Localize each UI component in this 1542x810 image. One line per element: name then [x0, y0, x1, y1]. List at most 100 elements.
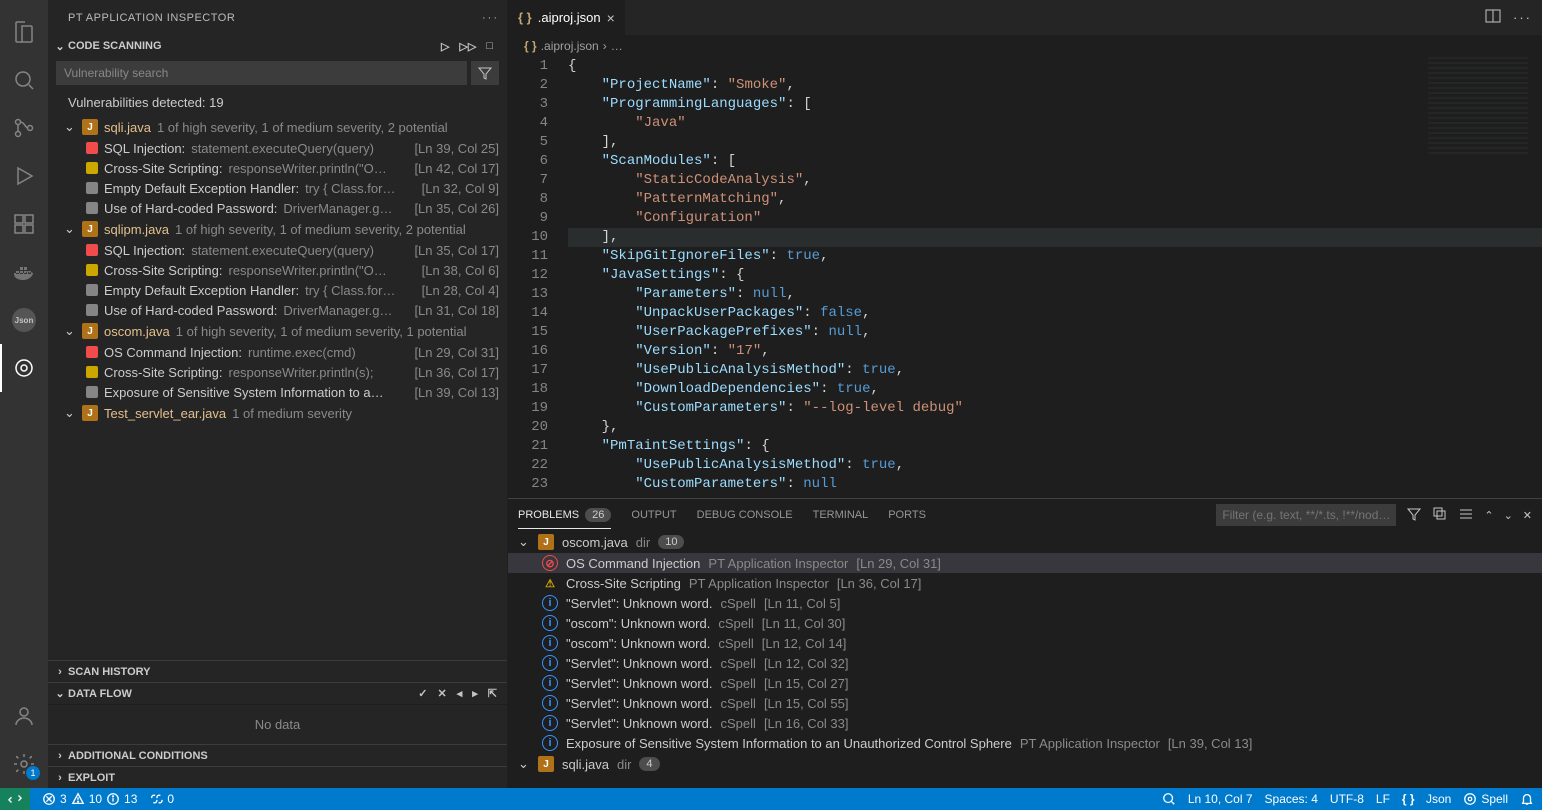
vulnerability-finding[interactable]: Empty Default Exception Handler: try { C… [48, 280, 507, 300]
prev-icon[interactable]: ◂ [457, 687, 463, 700]
collapse-all-icon[interactable] [1432, 506, 1448, 525]
breadcrumb[interactable]: { } .aiproj.json › … [508, 35, 1542, 57]
run-debug-icon[interactable] [0, 152, 48, 200]
more-icon[interactable]: ··· [482, 12, 499, 24]
problem-row[interactable]: ⚠ Cross-Site Scripting PT Application In… [508, 573, 1542, 593]
vulnerability-file-row[interactable]: ⌄ J sqlipm.java 1 of high severity, 1 of… [48, 218, 507, 240]
maximize-panel-icon[interactable]: ⌃ [1484, 509, 1493, 522]
data-flow-section[interactable]: ⌄ DATA FLOW ✓ ✕ ◂ ▸ ⇱ [48, 682, 507, 704]
vulnerability-search-input[interactable] [56, 61, 467, 85]
view-as-list-icon[interactable] [1458, 506, 1474, 525]
status-notifications-icon[interactable] [1520, 792, 1534, 806]
minimap[interactable] [1428, 57, 1528, 157]
status-cursor[interactable]: Ln 10, Col 7 [1188, 792, 1253, 806]
problem-row[interactable]: i "Servlet": Unknown word. cSpell [Ln 15… [508, 673, 1542, 693]
status-ports[interactable]: 0 [149, 792, 174, 806]
filter-icon[interactable] [1406, 506, 1422, 525]
java-file-icon: J [538, 756, 554, 772]
problems-tab[interactable]: PROBLEMS 26 [518, 502, 611, 529]
debug-console-tab[interactable]: DEBUG CONSOLE [697, 503, 793, 527]
status-spaces[interactable]: Spaces: 4 [1265, 792, 1318, 806]
split-editor-icon[interactable] [1485, 8, 1501, 27]
close-tab-icon[interactable]: × [607, 10, 615, 26]
settings-gear-icon[interactable]: 1 [0, 740, 48, 788]
output-tab[interactable]: OUTPUT [631, 503, 676, 527]
status-zoom[interactable] [1162, 792, 1176, 806]
status-errors[interactable]: 3 10 13 [42, 792, 137, 806]
remote-indicator[interactable] [0, 788, 30, 810]
vulnerability-finding[interactable]: Exposure of Sensitive System Information… [48, 382, 507, 402]
explorer-icon[interactable] [0, 8, 48, 56]
problem-row[interactable]: i "Servlet": Unknown word. cSpell [Ln 15… [508, 693, 1542, 713]
vulnerability-file-row[interactable]: ⌄ J Test_servlet_ear.java 1 of medium se… [48, 402, 507, 424]
file-name: oscom.java [562, 535, 628, 550]
additional-conditions-section[interactable]: › ADDITIONAL CONDITIONS [48, 744, 507, 766]
info-icon: i [542, 635, 558, 651]
vulnerability-finding[interactable]: Cross-Site Scripting: responseWriter.pri… [48, 362, 507, 382]
extensions-icon[interactable] [0, 200, 48, 248]
close-panel-icon[interactable]: ✕ [1523, 509, 1532, 522]
info-icon: i [542, 715, 558, 731]
finding-detail: DriverManager.g… [283, 303, 392, 318]
stop-icon[interactable]: □ [486, 40, 493, 53]
problem-row[interactable]: i "Servlet": Unknown word. cSpell [Ln 16… [508, 713, 1542, 733]
chevron-right-icon: › [52, 666, 68, 678]
vulnerability-finding[interactable]: Use of Hard-coded Password: DriverManage… [48, 198, 507, 218]
problem-row[interactable]: i "Servlet": Unknown word. cSpell [Ln 12… [508, 653, 1542, 673]
vulnerability-file-row[interactable]: ⌄ J oscom.java 1 of high severity, 1 of … [48, 320, 507, 342]
problems-filter-input[interactable] [1216, 504, 1396, 526]
finding-title: Exposure of Sensitive System Information… [104, 385, 384, 400]
code-scanning-header[interactable]: ⌄ CODE SCANNING ▷ ▷▷ □ [48, 35, 507, 57]
next-icon[interactable]: ▸ [472, 687, 478, 700]
source-control-icon[interactable] [0, 104, 48, 152]
popout-icon[interactable]: ⇱ [488, 687, 497, 700]
vulnerability-finding[interactable]: SQL Injection: statement.executeQuery(qu… [48, 138, 507, 158]
severity-icon [86, 182, 98, 194]
problem-row[interactable]: i Exposure of Sensitive System Informati… [508, 733, 1542, 753]
ports-tab[interactable]: PORTS [888, 503, 926, 527]
problem-row[interactable]: i "oscom": Unknown word. cSpell [Ln 11, … [508, 613, 1542, 633]
status-eol[interactable]: LF [1376, 792, 1390, 806]
search-icon[interactable] [0, 56, 48, 104]
file-name: sqlipm.java [104, 222, 169, 237]
problem-row[interactable]: i "Servlet": Unknown word. cSpell [Ln 11… [508, 593, 1542, 613]
severity-icon [86, 284, 98, 296]
vulnerability-finding[interactable]: Empty Default Exception Handler: try { C… [48, 178, 507, 198]
info-icon: i [542, 655, 558, 671]
accounts-icon[interactable] [0, 692, 48, 740]
status-encoding[interactable]: UTF-8 [1330, 792, 1364, 806]
vulnerability-finding[interactable]: SQL Injection: statement.executeQuery(qu… [48, 240, 507, 260]
data-flow-body: No data [48, 704, 507, 744]
check-icon[interactable]: ✓ [418, 687, 427, 700]
status-language[interactable]: { } Json [1402, 792, 1451, 806]
exploit-section[interactable]: › EXPLOIT [48, 766, 507, 788]
file-dir: dir [617, 757, 631, 772]
chevron-down-icon[interactable]: ⌄ [1504, 509, 1513, 522]
play-icon[interactable]: ▷ [441, 40, 449, 53]
filter-icon[interactable] [471, 61, 499, 85]
pt-inspector-icon[interactable] [0, 344, 48, 392]
problem-row[interactable]: ⊘ OS Command Injection PT Application In… [508, 553, 1542, 573]
more-icon[interactable]: ··· [1513, 10, 1532, 25]
vulnerability-finding[interactable]: Use of Hard-coded Password: DriverManage… [48, 300, 507, 320]
warning-icon: ⚠ [542, 575, 558, 591]
problem-row[interactable]: i "oscom": Unknown word. cSpell [Ln 12, … [508, 633, 1542, 653]
code-editor[interactable]: 1234567891011121314151617181920212223 { … [508, 57, 1542, 498]
vulnerability-finding[interactable]: Cross-Site Scripting: responseWriter.pri… [48, 260, 507, 280]
vulnerability-finding[interactable]: OS Command Injection: runtime.exec(cmd) … [48, 342, 507, 362]
scan-history-section[interactable]: › SCAN HISTORY [48, 660, 507, 682]
play-all-icon[interactable]: ▷▷ [459, 40, 476, 53]
vulnerability-finding[interactable]: Cross-Site Scripting: responseWriter.pri… [48, 158, 507, 178]
json-icon[interactable]: Json [0, 296, 48, 344]
problems-file-row[interactable]: ⌄ J sqli.java dir 4 [508, 753, 1542, 775]
problems-file-row[interactable]: ⌄ J oscom.java dir 10 [508, 531, 1542, 553]
editor-tab[interactable]: { } .aiproj.json × [508, 0, 626, 35]
close-icon[interactable]: ✕ [438, 687, 447, 700]
severity-icon [86, 142, 98, 154]
docker-icon[interactable] [0, 248, 48, 296]
status-spell[interactable]: Spell [1463, 792, 1508, 806]
vulnerability-file-row[interactable]: ⌄ J sqli.java 1 of high severity, 1 of m… [48, 116, 507, 138]
terminal-tab[interactable]: TERMINAL [813, 503, 869, 527]
finding-title: SQL Injection: [104, 243, 185, 258]
chevron-down-icon: ⌄ [64, 221, 76, 237]
